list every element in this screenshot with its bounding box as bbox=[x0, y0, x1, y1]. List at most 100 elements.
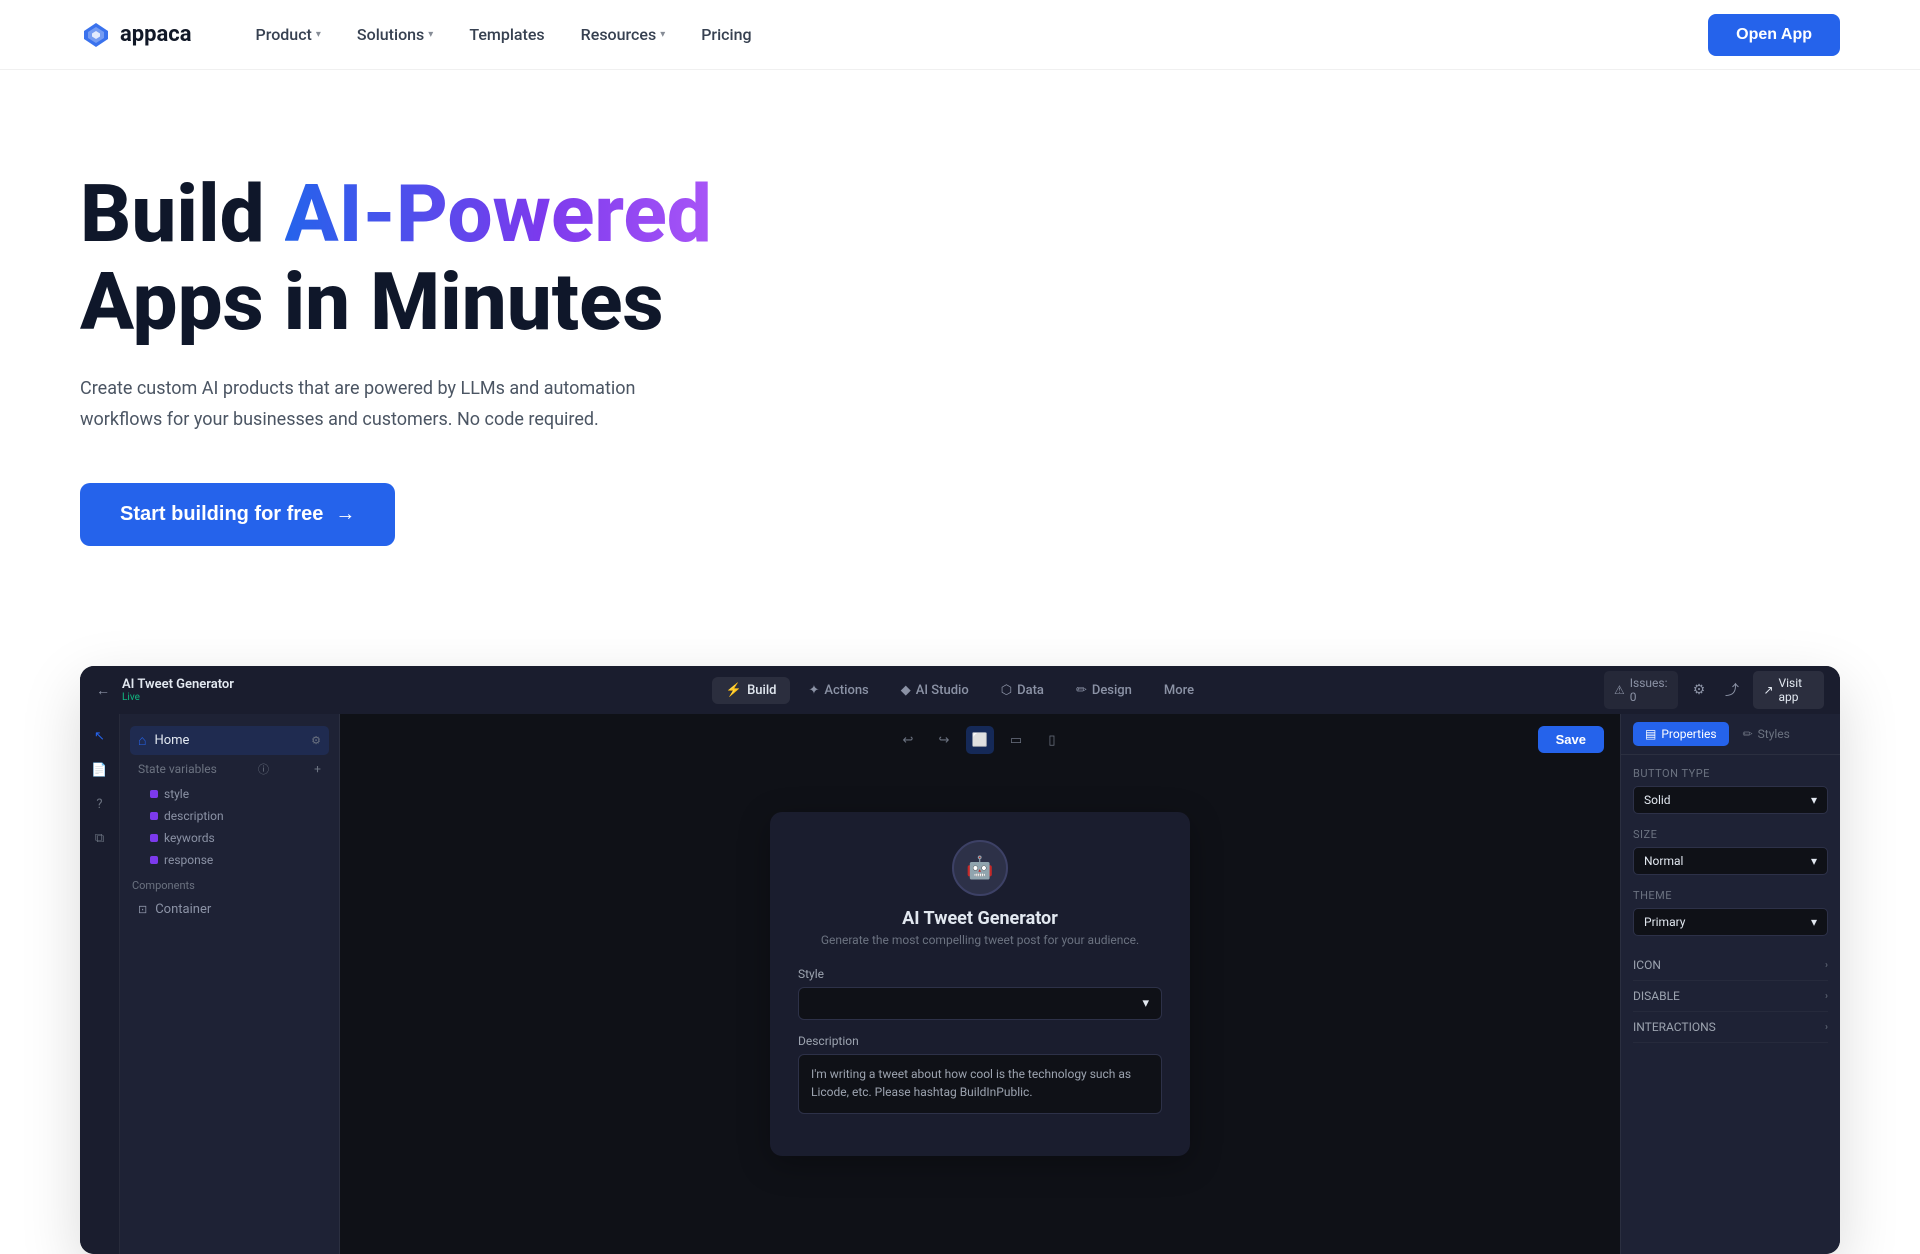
sidebar-section: ⌂ Home ⚙ State variables ⓘ + style bbox=[120, 726, 339, 871]
var-item-keywords[interactable]: keywords bbox=[130, 827, 329, 849]
style-select[interactable]: ▾ bbox=[798, 987, 1162, 1020]
nav-links: Product ▾ Solutions ▾ Templates Resource… bbox=[240, 17, 1709, 52]
sidebar-nav-icons: ↖ 📄 ? ⧉ bbox=[80, 714, 120, 1254]
properties-icon: ▤ bbox=[1645, 727, 1656, 741]
navbar: appaca Product ▾ Solutions ▾ Templates R… bbox=[0, 0, 1920, 70]
nav-item-product[interactable]: Product ▾ bbox=[240, 17, 337, 52]
tab-more[interactable]: More bbox=[1150, 677, 1208, 704]
hero-subtitle: Create custom AI products that are power… bbox=[80, 374, 720, 435]
theme-select[interactable]: Primary ▾ bbox=[1633, 908, 1828, 936]
back-button[interactable]: ← bbox=[96, 682, 110, 699]
nav-icon-layers[interactable]: ⧉ bbox=[86, 824, 114, 852]
var-dot bbox=[150, 834, 158, 842]
start-building-button[interactable]: Start building for free → bbox=[80, 483, 395, 546]
arrow-icon: → bbox=[335, 503, 355, 526]
app-sidebar: ⌂ Home ⚙ State variables ⓘ + style bbox=[120, 714, 340, 1254]
nav-cta-area: Open App bbox=[1708, 14, 1840, 56]
var-item-style[interactable]: style bbox=[130, 783, 329, 805]
var-dot bbox=[150, 856, 158, 864]
issues-icon: ⚠ bbox=[1614, 683, 1625, 697]
nav-icon-file[interactable]: 📄 bbox=[86, 756, 114, 784]
size-select[interactable]: Normal ▾ bbox=[1633, 847, 1828, 875]
properties-panel: ▤ Properties ✏ Styles Button type Solid … bbox=[1620, 714, 1840, 1254]
app-body: ↖ 📄 ? ⧉ ⌂ Home ⚙ State variables ⓘ + bbox=[80, 714, 1840, 1254]
app-canvas: ↩ ↪ ⬜ ▭ ▯ Save 🤖 AI Tweet Generator Gene… bbox=[340, 714, 1620, 1254]
select-chevron-icon: ▾ bbox=[1142, 996, 1149, 1011]
settings-icon: ⚙ bbox=[311, 734, 321, 747]
size-label: Size bbox=[1633, 828, 1828, 841]
tab-design[interactable]: ✏ Design bbox=[1062, 677, 1146, 704]
chevron-right-icon: › bbox=[1825, 960, 1828, 971]
interactions-row-label: INTERACTIONS bbox=[1633, 1020, 1716, 1034]
chevron-down-icon: ▾ bbox=[428, 29, 433, 40]
description-textarea[interactable]: I'm writing a tweet about how cool is th… bbox=[798, 1054, 1162, 1114]
app-status-badge: Live bbox=[122, 692, 234, 703]
app-header-left: ← AI Tweet Generator Live bbox=[96, 677, 316, 703]
state-vars-header[interactable]: State variables ⓘ + bbox=[130, 755, 329, 783]
var-dot bbox=[150, 790, 158, 798]
undo-button[interactable]: ↩ bbox=[894, 726, 922, 754]
var-dot bbox=[150, 812, 158, 820]
tab-actions[interactable]: ✦ Actions bbox=[794, 677, 882, 704]
app-screenshot: ← AI Tweet Generator Live ⚡ Build ✦ Acti… bbox=[80, 666, 1840, 1254]
styles-icon: ✏ bbox=[1743, 727, 1753, 741]
tablet-view-button[interactable]: ▭ bbox=[1002, 726, 1030, 754]
app-name-label: AI Tweet Generator bbox=[122, 677, 234, 692]
chevron-down-icon: ▾ bbox=[316, 29, 321, 40]
logo[interactable]: appaca bbox=[80, 19, 192, 51]
design-icon: ✏ bbox=[1076, 683, 1087, 698]
issues-button[interactable]: ⚠ Issues: 0 bbox=[1604, 671, 1678, 709]
var-item-response[interactable]: response bbox=[130, 849, 329, 871]
nav-item-pricing[interactable]: Pricing bbox=[685, 17, 767, 52]
add-var-icon[interactable]: + bbox=[314, 762, 321, 776]
desktop-view-button[interactable]: ⬜ bbox=[966, 726, 994, 754]
visit-app-button[interactable]: ↗ Visit app bbox=[1753, 671, 1824, 709]
props-content: Button type Solid ▾ Size Normal ▾ Theme bbox=[1621, 755, 1840, 1055]
sidebar-item-container[interactable]: ⊡ Container bbox=[130, 896, 329, 923]
description-label: Description bbox=[798, 1034, 1162, 1048]
icon-row[interactable]: ICON › bbox=[1633, 950, 1828, 981]
info-icon: ⓘ bbox=[258, 761, 269, 777]
nav-item-solutions[interactable]: Solutions ▾ bbox=[341, 17, 449, 52]
nav-item-templates[interactable]: Templates bbox=[453, 17, 560, 52]
props-tabs: ▤ Properties ✏ Styles bbox=[1633, 722, 1802, 746]
nav-icon-question[interactable]: ? bbox=[86, 790, 114, 818]
sidebar-left: ↖ 📄 ? ⧉ ⌂ Home ⚙ State variables ⓘ + bbox=[80, 714, 340, 1254]
save-button[interactable]: Save bbox=[1538, 726, 1604, 753]
share-icon-btn[interactable]: ⤴ bbox=[1720, 676, 1743, 704]
interactions-row[interactable]: INTERACTIONS › bbox=[1633, 1012, 1828, 1043]
sidebar-item-home[interactable]: ⌂ Home ⚙ bbox=[130, 726, 329, 755]
chevron-right-icon: › bbox=[1825, 991, 1828, 1002]
open-app-button[interactable]: Open App bbox=[1708, 14, 1840, 56]
button-type-select[interactable]: Solid ▾ bbox=[1633, 786, 1828, 814]
bot-avatar: 🤖 bbox=[952, 840, 1008, 896]
app-header-right: ⚠ Issues: 0 ⚙ ⤴ ↗ Visit app bbox=[1604, 671, 1824, 709]
home-icon: ⌂ bbox=[138, 732, 146, 749]
nav-item-resources[interactable]: Resources ▾ bbox=[565, 17, 682, 52]
chevron-down-icon: ▾ bbox=[660, 29, 665, 40]
tab-ai-studio[interactable]: ◆ AI Studio bbox=[887, 677, 983, 704]
chevron-right-icon: › bbox=[1825, 1022, 1828, 1033]
theme-group: Theme Primary ▾ bbox=[1633, 889, 1828, 936]
nav-icon-cursor[interactable]: ↖ bbox=[86, 722, 114, 750]
external-link-icon: ↗ bbox=[1763, 683, 1773, 697]
select-chevron-icon: ▾ bbox=[1811, 854, 1817, 868]
hero-gradient-text: AI-Powered bbox=[285, 167, 712, 261]
app-header-bar: ← AI Tweet Generator Live ⚡ Build ✦ Acti… bbox=[80, 666, 1840, 714]
tab-properties[interactable]: ▤ Properties bbox=[1633, 722, 1729, 746]
app-name-section: AI Tweet Generator Live bbox=[122, 677, 234, 703]
data-icon: ⬡ bbox=[1001, 683, 1012, 698]
mobile-view-button[interactable]: ▯ bbox=[1038, 726, 1066, 754]
settings-icon-btn[interactable]: ⚙ bbox=[1688, 676, 1711, 704]
description-form-group: Description I'm writing a tweet about ho… bbox=[798, 1034, 1162, 1114]
icon-row-label: ICON bbox=[1633, 958, 1661, 972]
tab-build[interactable]: ⚡ Build bbox=[712, 677, 791, 704]
var-item-description[interactable]: description bbox=[130, 805, 329, 827]
redo-button[interactable]: ↪ bbox=[930, 726, 958, 754]
disable-row[interactable]: DISABLE › bbox=[1633, 981, 1828, 1012]
hero-section: Build AI-PoweredApps in Minutes Create c… bbox=[0, 70, 900, 606]
tab-data[interactable]: ⬡ Data bbox=[987, 677, 1058, 704]
tab-styles[interactable]: ✏ Styles bbox=[1731, 722, 1802, 746]
hero-title: Build AI-PoweredApps in Minutes bbox=[80, 170, 820, 346]
tweet-card-subtitle: Generate the most compelling tweet post … bbox=[798, 933, 1162, 947]
